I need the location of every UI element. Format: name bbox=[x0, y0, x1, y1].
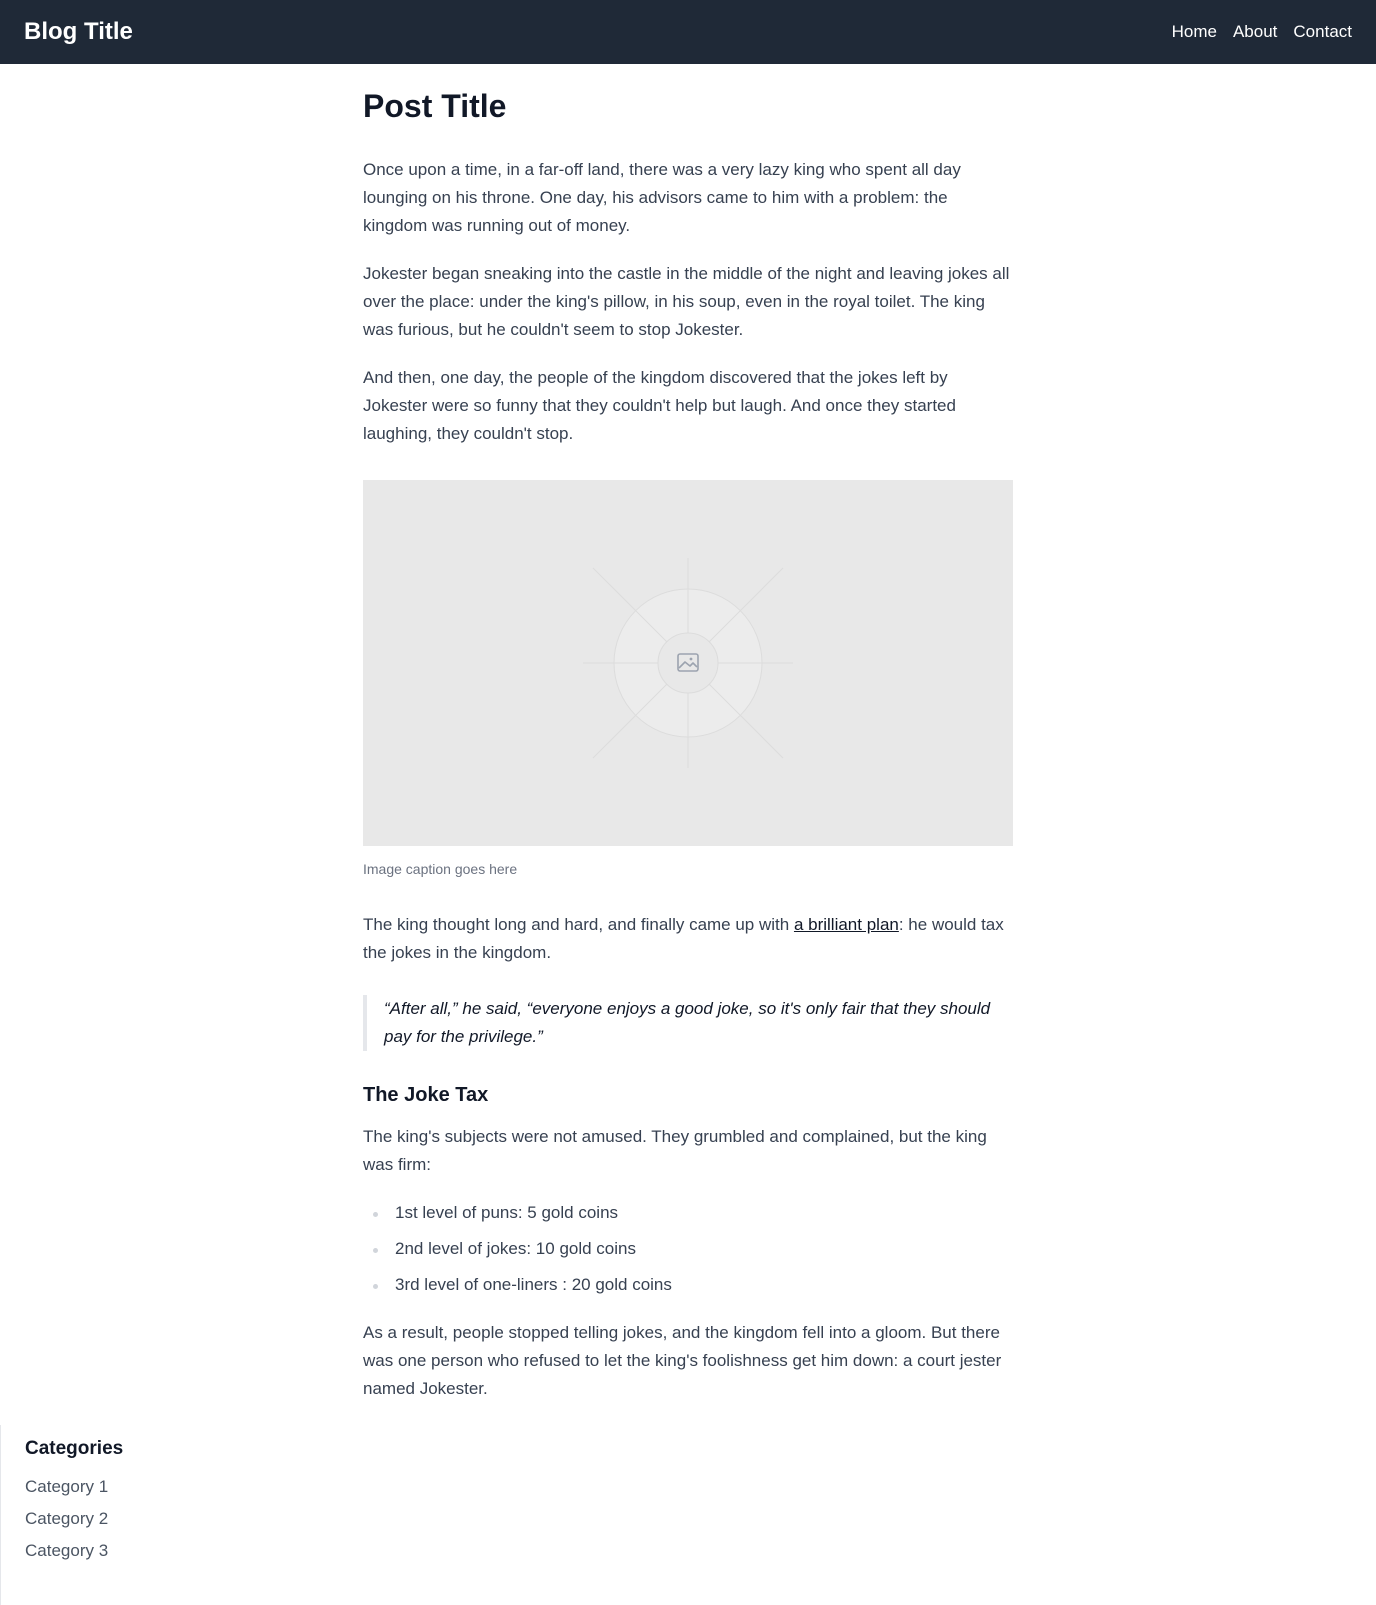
brilliant-plan-link[interactable]: a brilliant plan bbox=[794, 915, 899, 934]
list-item-text: 1st level of puns: 5 gold coins bbox=[395, 1203, 619, 1222]
list-item: 3rd level of one-liners : 20 gold coins bbox=[363, 1271, 1013, 1299]
plan-text-before: The king thought long and hard, and fina… bbox=[363, 915, 794, 934]
categories-sidebar: Categories Category 1 Category 2 Categor… bbox=[0, 1425, 260, 1605]
top-navbar: Blog Title Home About Contact bbox=[0, 0, 1376, 64]
bullet-icon bbox=[373, 1284, 378, 1289]
section-heading: The Joke Tax bbox=[363, 1084, 489, 1106]
image-placeholder-icon bbox=[583, 558, 793, 768]
category-link-3[interactable]: Category 3 bbox=[25, 1539, 260, 1563]
bullet-icon bbox=[373, 1212, 378, 1217]
closing-paragraph: As a result, people stopped telling joke… bbox=[363, 1323, 1002, 1398]
paragraph-1: Once upon a time, in a far-off land, the… bbox=[363, 160, 961, 235]
nav-home-link[interactable]: Home bbox=[1172, 20, 1217, 44]
post-figure: Image caption goes here bbox=[363, 480, 1013, 879]
category-link-1[interactable]: Category 1 bbox=[25, 1475, 260, 1499]
paragraph-3: And then, one day, the people of the kin… bbox=[363, 368, 956, 443]
paragraph-2: Jokester began sneaking into the castle … bbox=[363, 264, 1010, 339]
list-item-text: 3rd level of one-liners : 20 gold coins bbox=[395, 1275, 672, 1294]
list-item: 2nd level of jokes: 10 gold coins bbox=[363, 1235, 1013, 1263]
category-link-2[interactable]: Category 2 bbox=[25, 1507, 260, 1531]
image-placeholder bbox=[363, 480, 1013, 846]
nav-about-link[interactable]: About bbox=[1233, 20, 1277, 44]
quote-text: “After all,” he said, “everyone enjoys a… bbox=[384, 999, 991, 1046]
blog-title-link[interactable]: Blog Title bbox=[24, 16, 133, 48]
main-nav: Home About Contact bbox=[1172, 20, 1352, 44]
blockquote: “After all,” he said, “everyone enjoys a… bbox=[363, 995, 1013, 1051]
list-item: 1st level of puns: 5 gold coins bbox=[363, 1199, 1013, 1227]
list-item-text: 2nd level of jokes: 10 gold coins bbox=[395, 1239, 636, 1258]
bullet-icon bbox=[373, 1248, 378, 1253]
categories-heading: Categories bbox=[25, 1438, 124, 1459]
section-intro: The king's subjects were not amused. The… bbox=[363, 1127, 987, 1174]
post-title: Post Title bbox=[363, 88, 507, 124]
plan-paragraph: The king thought long and hard, and fina… bbox=[363, 911, 1013, 967]
tax-list: 1st level of puns: 5 gold coins 2nd leve… bbox=[363, 1199, 1013, 1299]
nav-contact-link[interactable]: Contact bbox=[1293, 20, 1352, 44]
image-caption: Image caption goes here bbox=[363, 861, 518, 877]
article: Post Title Once upon a time, in a far-of… bbox=[363, 88, 1013, 1423]
